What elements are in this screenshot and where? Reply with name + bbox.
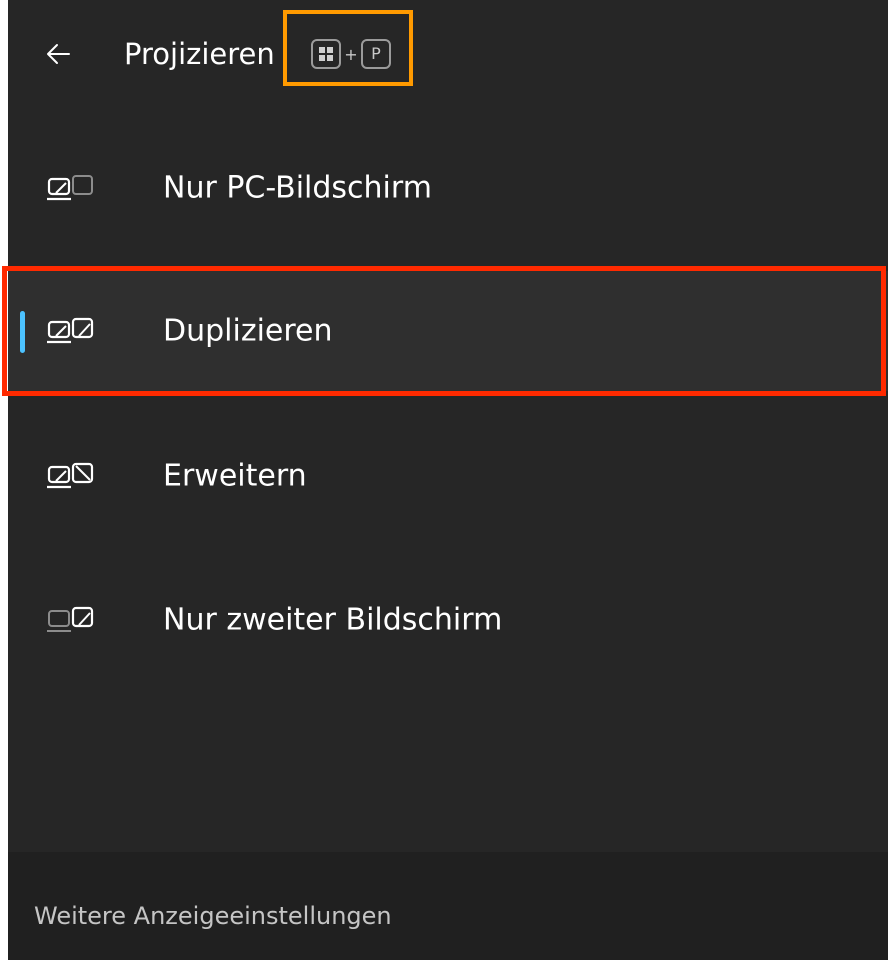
option-duplicate[interactable]: Duplizieren: [8, 271, 888, 391]
option-label: Erweitern: [163, 458, 307, 494]
second-screen-only-icon: [46, 605, 94, 635]
panel-footer: Weitere Anzeigeeinstellungen: [8, 852, 888, 960]
option-label: Nur zweiter Bildschirm: [163, 602, 503, 638]
panel-header: Projizieren + P: [8, 0, 888, 110]
arrow-left-icon: [47, 44, 70, 64]
option-second-screen-only[interactable]: Nur zweiter Bildschirm: [8, 560, 888, 680]
duplicate-icon: [46, 316, 94, 346]
extend-icon: [46, 461, 94, 491]
option-pc-screen-only[interactable]: Nur PC-Bildschirm: [8, 128, 888, 248]
option-label: Duplizieren: [163, 313, 333, 349]
option-label: Nur PC-Bildschirm: [163, 170, 432, 206]
selection-indicator: [20, 311, 25, 353]
back-button[interactable]: [38, 34, 78, 74]
page-title: Projizieren: [124, 37, 275, 71]
option-extend[interactable]: Erweitern: [8, 416, 888, 536]
shortcut-highlight-box: [283, 10, 413, 86]
project-panel: Projizieren + P Nur PC-Bildschirm Dupliz…: [8, 0, 888, 960]
pc-screen-only-icon: [46, 173, 94, 203]
more-display-settings-link[interactable]: Weitere Anzeigeeinstellungen: [34, 902, 392, 930]
